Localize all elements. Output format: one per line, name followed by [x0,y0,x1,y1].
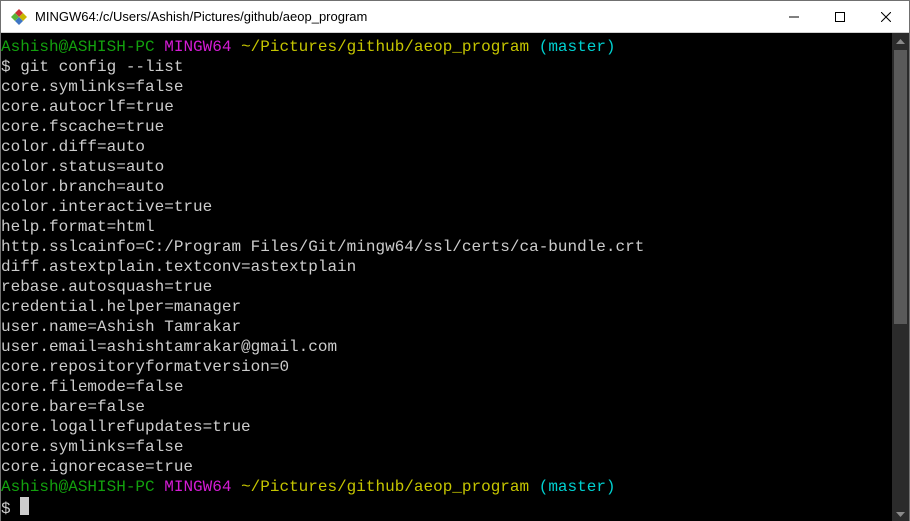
output-line: help.format=html [1,217,892,237]
scroll-up-button[interactable] [892,33,909,50]
app-icon [11,9,27,25]
scrollbar-track[interactable] [892,50,909,506]
output-line: core.bare=false [1,397,892,417]
prompt-line: Ashish@ASHISH-PC MINGW64 ~/Pictures/gith… [1,477,892,497]
window-controls [771,1,909,32]
command-line: $ git config --list [1,57,892,77]
output-line: user.email=ashishtamrakar@gmail.com [1,337,892,357]
chevron-up-icon [896,37,905,46]
titlebar[interactable]: MINGW64:/c/Users/Ashish/Pictures/github/… [1,1,909,33]
output-line: user.name=Ashish Tamrakar [1,317,892,337]
output-line: core.filemode=false [1,377,892,397]
scrollbar-thumb[interactable] [894,50,907,324]
output-line: color.diff=auto [1,137,892,157]
scroll-down-button[interactable] [892,506,909,521]
command-line: $ [1,497,892,519]
output-line: core.symlinks=false [1,77,892,97]
output-line: color.status=auto [1,157,892,177]
output-line: core.repositoryformatversion=0 [1,357,892,377]
prompt-line: Ashish@ASHISH-PC MINGW64 ~/Pictures/gith… [1,37,892,57]
output-line: core.ignorecase=true [1,457,892,477]
close-button[interactable] [863,1,909,32]
output-line: credential.helper=manager [1,297,892,317]
minimize-button[interactable] [771,1,817,32]
output-line: http.sslcainfo=C:/Program Files/Git/ming… [1,237,892,257]
cursor [20,497,29,515]
output-line: core.fscache=true [1,117,892,137]
output-line: core.symlinks=false [1,437,892,457]
vertical-scrollbar[interactable] [892,33,909,521]
terminal-window: MINGW64:/c/Users/Ashish/Pictures/github/… [0,0,910,521]
output-line: core.logallrefupdates=true [1,417,892,437]
output-line: color.branch=auto [1,177,892,197]
terminal-client-area: Ashish@ASHISH-PC MINGW64 ~/Pictures/gith… [1,33,909,521]
output-line: diff.astextplain.textconv=astextplain [1,257,892,277]
output-line: rebase.autosquash=true [1,277,892,297]
terminal[interactable]: Ashish@ASHISH-PC MINGW64 ~/Pictures/gith… [1,33,892,521]
window-title: MINGW64:/c/Users/Ashish/Pictures/github/… [35,9,771,24]
chevron-down-icon [896,510,905,519]
maximize-button[interactable] [817,1,863,32]
output-line: core.autocrlf=true [1,97,892,117]
output-line: color.interactive=true [1,197,892,217]
